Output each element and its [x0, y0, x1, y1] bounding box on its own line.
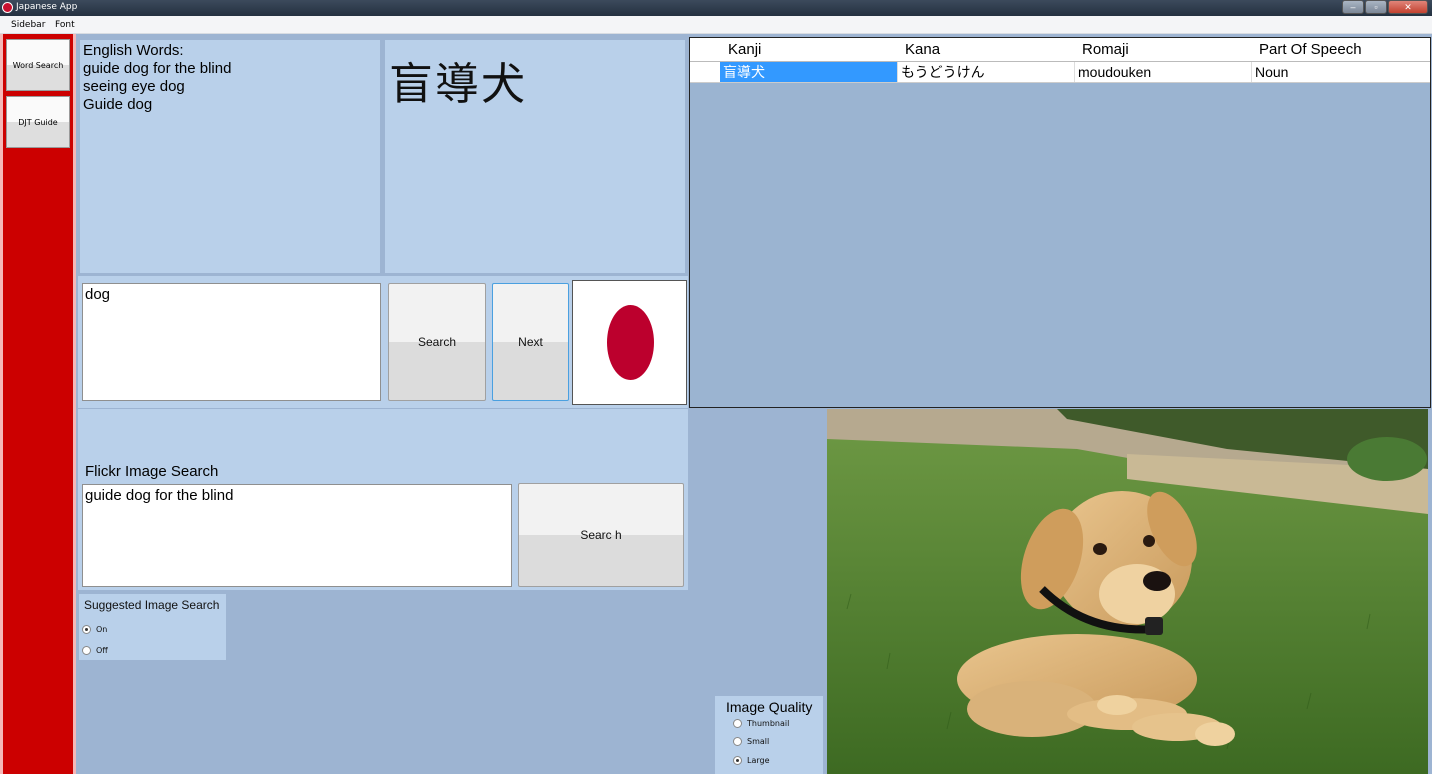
suggested-on-option[interactable]: On: [82, 625, 107, 634]
flickr-result-image: [827, 409, 1428, 774]
flickr-search-input[interactable]: guide dog for the blind: [82, 484, 512, 587]
cell-part-of-speech[interactable]: Noun: [1252, 62, 1430, 82]
suggested-search-title: Suggested Image Search: [84, 598, 220, 612]
column-header-kanji[interactable]: Kanji: [728, 41, 761, 58]
menu-sidebar[interactable]: Sidebar: [11, 20, 45, 30]
radio-unchecked-icon[interactable]: [733, 719, 742, 728]
menu-font[interactable]: Font: [55, 20, 75, 30]
radio-unchecked-icon[interactable]: [733, 737, 742, 746]
radio-checked-icon[interactable]: [733, 756, 742, 765]
app-record-icon: [2, 2, 13, 13]
suggested-off-label: Off: [96, 646, 108, 655]
table-row[interactable]: 盲導犬 もうどうけん moudouken Noun: [690, 62, 1430, 83]
quality-thumbnail-label: Thumbnail: [747, 719, 790, 728]
minimize-icon[interactable]: –: [1342, 0, 1364, 14]
results-grid: Kanji Kana Romaji Part Of Speech 盲導犬 もうど…: [689, 37, 1431, 408]
word-search-button[interactable]: Word Search: [6, 39, 70, 91]
radio-unchecked-icon[interactable]: [82, 646, 91, 655]
english-word-line: seeing eye dog: [83, 78, 185, 95]
column-header-romaji[interactable]: Romaji: [1082, 41, 1129, 58]
suggested-off-option[interactable]: Off: [82, 646, 108, 655]
cell-romaji[interactable]: moudouken: [1075, 62, 1252, 82]
menu-bar: Sidebar Font: [0, 16, 1432, 34]
english-words-heading: English Words:: [83, 42, 184, 59]
title-bar: Japanese App – ▫ ✕: [0, 0, 1432, 16]
grid-header: Kanji Kana Romaji Part Of Speech: [690, 38, 1430, 62]
quality-thumbnail-option[interactable]: Thumbnail: [733, 719, 789, 728]
restore-icon[interactable]: ▫: [1365, 0, 1387, 14]
djt-guide-button[interactable]: DJT Guide: [6, 96, 70, 148]
english-word-line: guide dog for the blind: [83, 60, 232, 77]
japan-flag: [572, 280, 687, 405]
window-controls: – ▫ ✕: [1341, 0, 1428, 15]
flickr-label: Flickr Image Search: [85, 463, 219, 480]
english-word-line: Guide dog: [83, 96, 153, 113]
kanji-display: 盲導犬: [389, 59, 527, 110]
image-quality-title: Image Quality: [726, 699, 813, 715]
flickr-search-button[interactable]: Searc h: [518, 483, 684, 587]
quality-large-option[interactable]: Large: [733, 756, 770, 765]
quality-large-label: Large: [747, 756, 770, 765]
next-button[interactable]: Next: [492, 283, 569, 401]
flag-sun: [607, 305, 654, 380]
column-header-kana[interactable]: Kana: [905, 41, 940, 58]
search-button[interactable]: Search: [388, 283, 486, 401]
quality-small-option[interactable]: Small: [733, 737, 769, 746]
word-search-input[interactable]: dog: [82, 283, 381, 401]
window-title: Japanese App: [16, 2, 78, 12]
column-header-pos[interactable]: Part Of Speech: [1259, 41, 1362, 58]
sidebar: Word Search DJT Guide: [0, 34, 76, 774]
quality-small-label: Small: [747, 737, 770, 746]
kanji-panel: 盲導犬: [385, 40, 685, 273]
close-icon[interactable]: ✕: [1388, 0, 1428, 14]
radio-checked-icon[interactable]: [82, 625, 91, 634]
cell-kanji[interactable]: 盲導犬: [720, 62, 898, 82]
suggested-on-label: On: [96, 625, 108, 634]
cell-kana[interactable]: もうどうけん: [898, 62, 1075, 82]
english-words-panel: English Words: guide dog for the blind s…: [80, 40, 380, 273]
